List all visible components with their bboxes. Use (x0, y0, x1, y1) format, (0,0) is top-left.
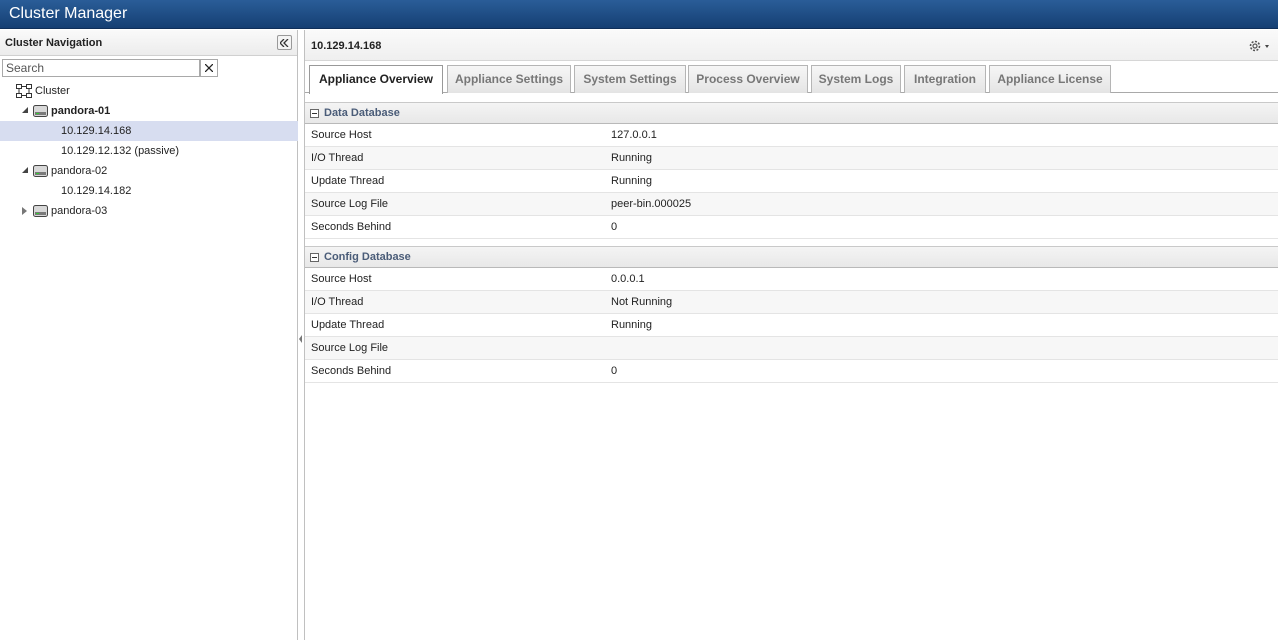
tab-process-overview[interactable]: Process Overview (688, 65, 808, 93)
row-value: Running (611, 319, 652, 331)
tree-node-10-129-12-132[interactable]: 10.129.12.132 (passive) (0, 141, 298, 161)
cluster-tree: Cluster pandora-01 10.129.14.168 10.129.… (0, 81, 298, 221)
tree-label: pandora-03 (51, 205, 108, 217)
clear-search-button[interactable] (200, 59, 218, 77)
tree-label: Cluster (35, 85, 70, 97)
tree-node-10-129-14-168[interactable]: 10.129.14.168 (0, 121, 298, 141)
row-key: Source Host (311, 273, 372, 285)
cluster-navigation-panel: Cluster Navigation Cluster (0, 30, 298, 640)
tree-node-pandora-03[interactable]: pandora-03 (0, 201, 298, 221)
settings-menu-button[interactable] (1248, 38, 1272, 54)
tab-appliance-license[interactable]: Appliance License (989, 65, 1111, 93)
row-value: 127.0.0.1 (611, 129, 657, 141)
app-titlebar: Cluster Manager (0, 0, 1278, 29)
table-row: Source Host 0.0.0.1 (305, 268, 1278, 291)
server-icon (33, 165, 48, 177)
app-title: Cluster Manager (9, 5, 128, 22)
row-key: Update Thread (311, 175, 385, 187)
table-row: Update Thread Running (305, 314, 1278, 337)
server-icon (33, 105, 48, 117)
section-header-data-database[interactable]: Data Database (305, 102, 1278, 124)
collapsed-arrow-icon[interactable] (22, 207, 27, 215)
row-value: 0 (611, 221, 618, 233)
table-row: Seconds Behind 0 (305, 216, 1278, 239)
tree-node-cluster[interactable]: Cluster (0, 81, 298, 101)
table-row: Update Thread Running (305, 170, 1278, 193)
tree-node-pandora-02[interactable]: pandora-02 (0, 161, 298, 181)
section-title: Config Database (324, 251, 411, 263)
close-icon (205, 64, 213, 72)
cluster-icon (16, 84, 32, 98)
collapse-section-icon[interactable] (310, 253, 319, 262)
table-row: Source Log File peer-bin.000025 (305, 193, 1278, 216)
table-row: Seconds Behind 0 (305, 360, 1278, 383)
search-input[interactable] (2, 59, 200, 77)
nav-title: Cluster Navigation (5, 37, 103, 49)
table-row: Source Host 127.0.0.1 (305, 124, 1278, 147)
tab-appliance-settings[interactable]: Appliance Settings (447, 65, 571, 93)
nav-header: Cluster Navigation (0, 30, 297, 56)
tab-bar: Appliance Overview Appliance Settings Sy… (305, 62, 1278, 94)
row-key: Seconds Behind (311, 365, 392, 377)
row-key: Source Log File (311, 342, 389, 354)
main-header: 10.129.14.168 (305, 30, 1278, 61)
tree-node-pandora-01[interactable]: pandora-01 (0, 101, 298, 121)
expanded-arrow-icon[interactable] (22, 107, 28, 113)
tree-label: 10.129.14.168 (61, 125, 132, 137)
row-key: Update Thread (311, 319, 385, 331)
server-icon (33, 205, 48, 217)
expanded-arrow-icon[interactable] (22, 167, 28, 173)
splitter-handle[interactable] (299, 330, 303, 348)
tab-system-settings[interactable]: System Settings (574, 65, 686, 93)
row-value: 0 (611, 365, 618, 377)
row-value: 0.0.0.1 (611, 273, 645, 285)
table-row: I/O Thread Not Running (305, 291, 1278, 314)
row-value: peer-bin.000025 (611, 198, 692, 210)
tree-label: pandora-02 (51, 165, 108, 177)
row-value: Running (611, 175, 652, 187)
row-key: Source Log File (311, 198, 389, 210)
double-chevron-left-icon (280, 38, 289, 47)
collapse-panel-button[interactable] (277, 35, 292, 50)
tab-system-logs[interactable]: System Logs (811, 65, 901, 93)
row-value: Running (611, 152, 652, 164)
tree-label: pandora-01 (51, 105, 111, 117)
tree-label: 10.129.12.132 (passive) (61, 145, 180, 157)
section-header-config-database[interactable]: Config Database (305, 246, 1278, 268)
table-row: Source Log File (305, 337, 1278, 360)
row-key: I/O Thread (311, 296, 364, 308)
collapse-section-icon[interactable] (310, 109, 319, 118)
tree-node-10-129-14-182[interactable]: 10.129.14.182 (0, 181, 298, 201)
gear-icon (1249, 40, 1269, 52)
tree-label: 10.129.14.182 (61, 185, 132, 197)
row-value: Not Running (611, 296, 673, 308)
row-key: I/O Thread (311, 152, 364, 164)
row-key: Source Host (311, 129, 372, 141)
row-key: Seconds Behind (311, 221, 392, 233)
page-title: 10.129.14.168 (311, 40, 382, 52)
main-panel: 10.129.14.168 Appliance Overview Applian… (304, 30, 1278, 640)
tab-integration[interactable]: Integration (904, 65, 986, 93)
table-row: I/O Thread Running (305, 147, 1278, 170)
section-title: Data Database (324, 107, 400, 119)
tab-appliance-overview[interactable]: Appliance Overview (309, 65, 443, 94)
search-row (2, 59, 218, 77)
